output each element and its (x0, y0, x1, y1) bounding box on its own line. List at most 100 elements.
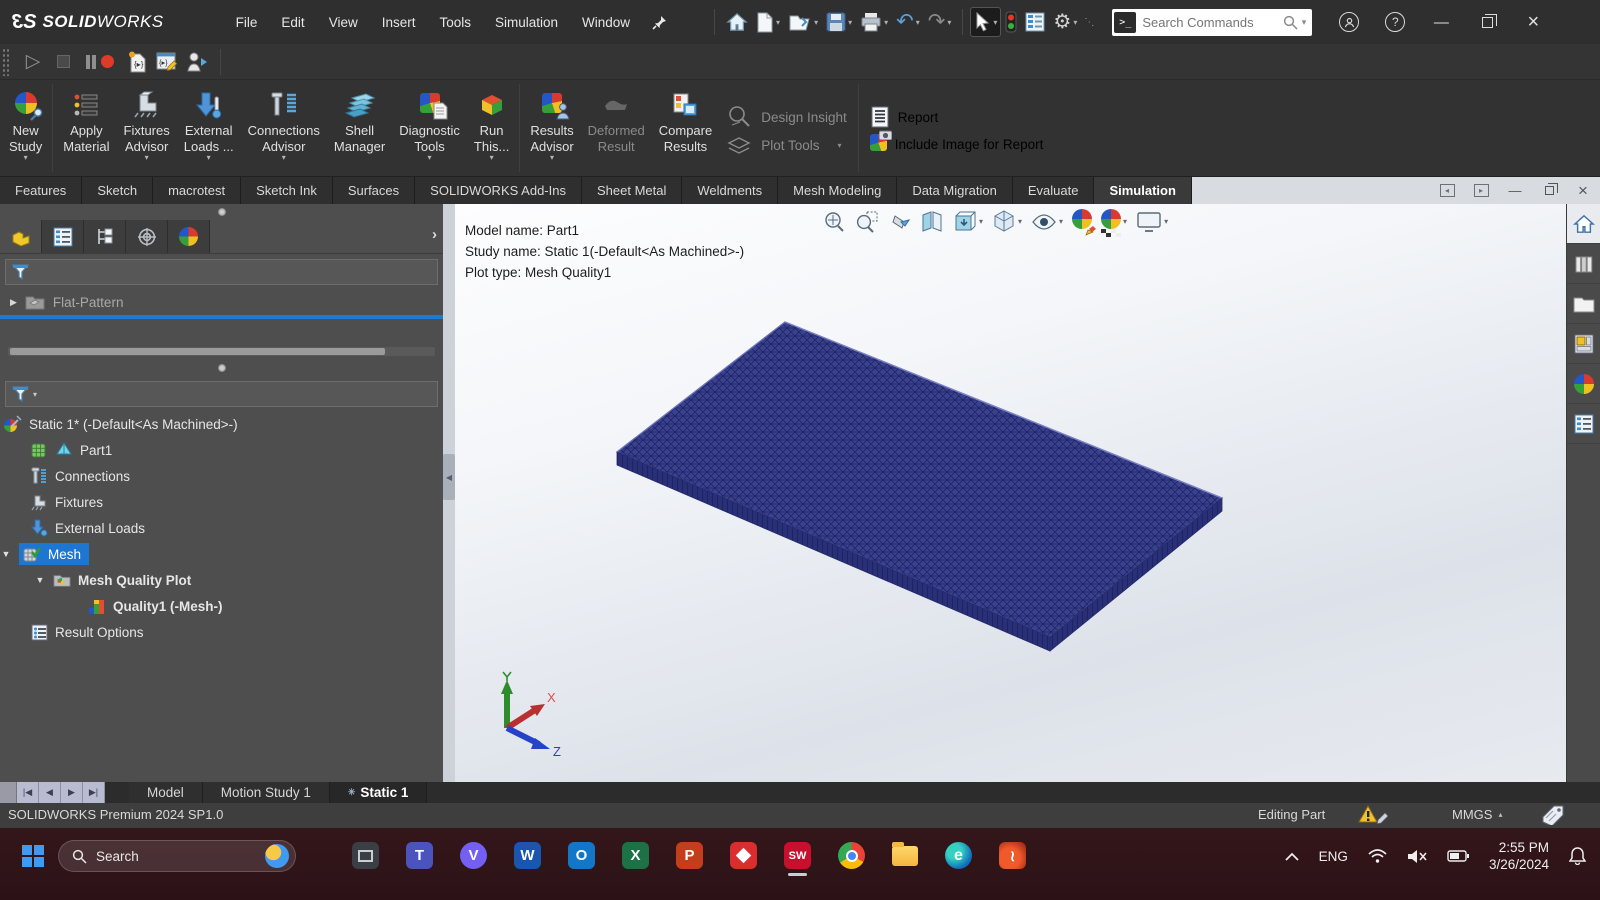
splitter-collapse-handle[interactable]: ◀ (443, 454, 455, 500)
tree-item-flat-pattern[interactable]: ▶ Flat-Pattern (0, 289, 443, 315)
toolbar-overflow-icon[interactable]: ⋱ (1084, 17, 1094, 28)
view-palette-button[interactable] (1567, 324, 1600, 364)
tab-surfaces[interactable]: Surfaces (333, 177, 415, 204)
run-this-study-button[interactable]: Run This... ▾ (467, 84, 516, 176)
simulation-tree-filter[interactable]: ▾ (5, 381, 438, 407)
custom-properties-button[interactable] (1567, 404, 1600, 444)
tree-item-quality1[interactable]: Quality1 (-Mesh-) (0, 593, 443, 619)
tab-evaluate[interactable]: Evaluate (1013, 177, 1095, 204)
results-advisor-button[interactable]: Results Advisor ▾ (523, 84, 580, 176)
options-button[interactable]: ⚙ ▾ (1050, 8, 1080, 36)
units-selector[interactable]: MMGS▴ (1452, 807, 1502, 822)
volume-muted-icon[interactable] (1407, 849, 1427, 864)
feature-tree-hscrollbar[interactable] (8, 347, 435, 356)
tree-item-connections[interactable]: Connections (0, 463, 443, 489)
open-document-button[interactable]: ▾ (785, 8, 821, 36)
pane-left-icon[interactable]: ◂ (1438, 183, 1456, 199)
taskbar-clock[interactable]: 2:55 PM 3/26/2024 (1489, 839, 1549, 873)
viber-icon[interactable]: V (460, 842, 487, 869)
custom-macro-button[interactable] (182, 48, 212, 76)
search-icon[interactable] (1283, 15, 1298, 30)
dark-window-app-icon[interactable] (352, 842, 379, 869)
propertymanager-tab[interactable] (42, 220, 84, 253)
edit-macro-button[interactable]: {▸} (152, 48, 182, 76)
tree-item-fixtures[interactable]: Fixtures (0, 489, 443, 515)
model-tab[interactable]: Model (129, 782, 203, 803)
outlook-icon[interactable]: O (568, 842, 595, 869)
menu-simulation[interactable]: Simulation (485, 9, 568, 36)
excel-icon[interactable]: X (622, 842, 649, 869)
pane-right-icon[interactable]: ▸ (1472, 183, 1490, 199)
apply-material-button[interactable]: Apply Material (56, 84, 116, 176)
word-icon[interactable]: W (514, 842, 541, 869)
dimxpertmanager-tab[interactable] (126, 220, 168, 253)
language-indicator[interactable]: ENG (1319, 849, 1348, 864)
prev-tab-button[interactable]: ◀ (39, 782, 61, 803)
file-explorer-pane-button[interactable] (1567, 284, 1600, 324)
mesh-expand-icon[interactable]: ▼ (0, 549, 12, 559)
menu-view[interactable]: View (319, 9, 368, 36)
teams-icon[interactable]: T (406, 842, 433, 869)
menu-tools[interactable]: Tools (429, 9, 481, 36)
chrome-icon[interactable] (838, 842, 865, 869)
wifi-icon[interactable] (1368, 849, 1387, 863)
panel-flyout-icon[interactable]: › (432, 226, 437, 243)
tab-sketch[interactable]: Sketch (82, 177, 153, 204)
interference-check-button[interactable] (1002, 7, 1020, 37)
first-tab-button[interactable]: |◀ (17, 782, 39, 803)
compare-results-button[interactable]: Compare Results (652, 84, 719, 176)
configurationmanager-tab[interactable] (84, 220, 126, 253)
account-button[interactable] (1326, 2, 1372, 42)
panel-viewport-splitter[interactable]: ◀ (443, 204, 455, 782)
feature-tree-filter[interactable] (5, 259, 438, 285)
tree-item-mesh-quality-plot[interactable]: ▼ Mesh Quality Plot (0, 567, 443, 593)
stop-macro-button[interactable] (48, 48, 78, 76)
tab-simulation[interactable]: Simulation (1094, 177, 1191, 204)
restore-button[interactable] (1464, 2, 1510, 42)
select-tool-button[interactable]: ▾ (971, 8, 1000, 36)
task-properties-button[interactable] (1022, 8, 1048, 36)
edge-icon[interactable]: e (945, 842, 972, 869)
tree-item-result-options[interactable]: Result Options (0, 619, 443, 645)
menu-window[interactable]: Window (572, 9, 640, 36)
meshed-plate-model[interactable] (455, 204, 1566, 782)
doc-restore-icon[interactable] (1540, 183, 1558, 199)
search-dropdown-icon[interactable]: ▾ (1298, 17, 1311, 28)
tab-scroll-grip[interactable] (0, 782, 17, 803)
fixtures-advisor-button[interactable]: Fixtures Advisor ▾ (117, 84, 177, 176)
last-tab-button[interactable]: ▶| (83, 782, 105, 803)
connections-advisor-button[interactable]: Connections Advisor ▾ (241, 84, 327, 176)
rebuild-warning-icon[interactable] (1358, 804, 1388, 826)
new-document-button[interactable]: ▾ (753, 8, 783, 37)
save-button[interactable]: ▾ (823, 8, 855, 36)
tree-item-study[interactable]: Static 1* (-Default<As Machined>-) (0, 411, 443, 437)
new-macro-button[interactable]: {▸} (122, 48, 152, 76)
menu-insert[interactable]: Insert (372, 9, 426, 36)
new-study-button[interactable]: New Study ▾ (2, 84, 49, 176)
toolbar-grip[interactable] (2, 48, 10, 76)
panel-splitter-handle[interactable] (218, 208, 226, 216)
report-button[interactable]: Report (870, 106, 1044, 128)
design-library-button[interactable] (1567, 244, 1600, 284)
tab-features[interactable]: Features (0, 177, 82, 204)
include-image-for-report-button[interactable]: Include Image for Report (870, 134, 1044, 154)
tab-mesh-modeling[interactable]: Mesh Modeling (778, 177, 897, 204)
appearances-button[interactable] (1567, 364, 1600, 404)
menu-file[interactable]: File (226, 9, 268, 36)
panel-splitter-handle-2[interactable] (218, 364, 226, 372)
help-button[interactable]: ? (1372, 2, 1418, 42)
tree-item-part1[interactable]: Part1 (0, 437, 443, 463)
tab-data-migration[interactable]: Data Migration (897, 177, 1013, 204)
home-button[interactable] (723, 8, 751, 36)
tab-weldments[interactable]: Weldments (682, 177, 778, 204)
featuremanager-tab[interactable] (0, 220, 42, 253)
search-commands-input[interactable] (1136, 15, 1282, 30)
close-button[interactable]: × (1510, 2, 1556, 42)
menu-edit[interactable]: Edit (271, 9, 314, 36)
solidworks-app-icon[interactable]: SW (784, 842, 811, 869)
tab-sketch-ink[interactable]: Sketch Ink (241, 177, 333, 204)
file-explorer-icon[interactable] (892, 846, 918, 866)
pin-menu-icon[interactable] (646, 9, 672, 35)
doc-minimize-icon[interactable]: — (1506, 183, 1524, 199)
shell-manager-button[interactable]: Shell Manager (327, 84, 392, 176)
